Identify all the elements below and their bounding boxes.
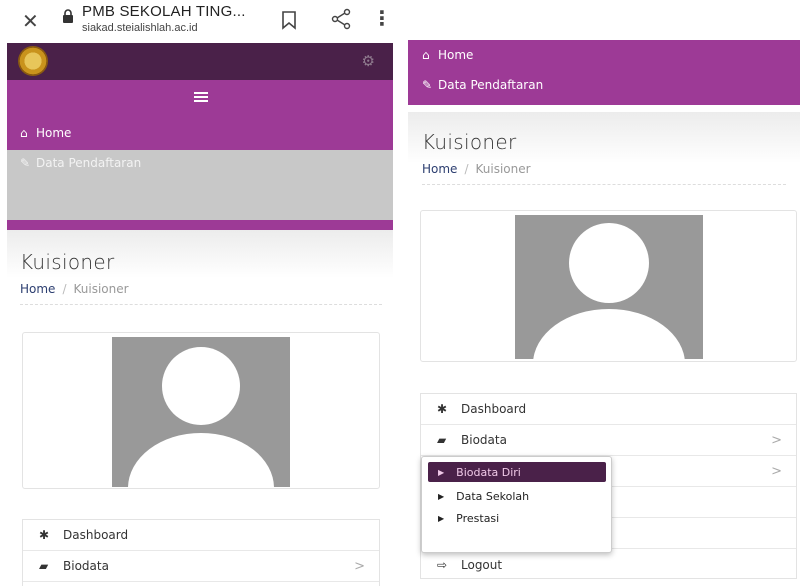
menu-item-logout[interactable]: ⇨ Logout — [421, 549, 796, 580]
edit-icon: ✎ — [422, 78, 433, 92]
menu-logout-label: Logout — [461, 557, 503, 572]
page-tab-title: PMB SEKOLAH TING... — [82, 3, 246, 20]
avatar-placeholder — [112, 337, 290, 487]
menu-item-biodata[interactable]: ▰ Biodata > — [23, 551, 379, 582]
school-logo[interactable] — [18, 46, 48, 76]
submenu-label: Data Sekolah — [456, 489, 530, 503]
side-menu: ✱ Dashboard ▰ Biodata > — [22, 519, 380, 586]
logout-icon: ⇨ — [437, 557, 448, 572]
asterisk-icon: ✱ — [39, 528, 50, 542]
triangle-right-icon: ▶ — [438, 513, 445, 523]
breadcrumb-current: Kuisioner — [73, 282, 129, 296]
nav-home-label-right: Home — [438, 48, 474, 62]
menu-dashboard-label: Dashboard — [63, 528, 129, 542]
book-icon: ▰ — [39, 559, 49, 573]
header-divider — [20, 304, 382, 305]
menu-dashboard-label-right: Dashboard — [461, 402, 527, 416]
triangle-right-icon: ▶ — [438, 467, 445, 477]
home-icon: ⌂ — [20, 126, 28, 140]
nav-item-data-pendaftaran[interactable]: ✎ Data Pendaftaran — [20, 156, 141, 170]
page-title-right: Kuisioner — [422, 130, 517, 154]
page-title: Kuisioner — [20, 250, 115, 274]
settings-gears-icon[interactable]: ⚙ — [362, 52, 375, 70]
profile-card-right — [420, 210, 797, 362]
submenu-label: Prestasi — [456, 511, 500, 525]
menu-item-biodata-right[interactable]: ▰ Biodata > — [421, 425, 796, 456]
header-divider-right — [422, 184, 786, 185]
submenu-label: Biodata Diri — [456, 465, 521, 479]
book-icon: ▰ — [437, 433, 447, 447]
breadcrumb-home-right[interactable]: Home — [422, 162, 457, 176]
menu-item-dashboard[interactable]: ✱ Dashboard — [23, 520, 379, 551]
bookmark-icon[interactable] — [278, 9, 300, 31]
menu-biodata-label-right: Biodata — [461, 433, 507, 447]
page-url[interactable]: siakad.steialishlah.ac.id — [82, 22, 198, 34]
app-topbar: ⚙ — [7, 43, 393, 80]
asterisk-icon: ✱ — [437, 402, 448, 416]
menu-item-dashboard-right[interactable]: ✱ Dashboard — [421, 394, 796, 425]
nav-item-home-right[interactable]: ⌂ Home — [422, 48, 473, 62]
lock-icon — [63, 9, 73, 23]
breadcrumb-current-right: Kuisioner — [475, 162, 531, 176]
submenu-item-data-sekolah[interactable]: ▶ Data Sekolah — [428, 486, 606, 506]
profile-card — [22, 332, 380, 489]
left-screenshot: ✕ PMB SEKOLAH TING... siakad.steialishla… — [0, 0, 400, 586]
breadcrumb-home[interactable]: Home — [20, 282, 55, 296]
submenu-item-prestasi[interactable]: ▶ Prestasi — [428, 508, 606, 528]
share-icon[interactable] — [330, 7, 352, 31]
chevron-right-icon: > — [771, 463, 782, 479]
browser-toolbar: ✕ PMB SEKOLAH TING... siakad.steialishla… — [0, 0, 400, 40]
close-icon[interactable]: ✕ — [22, 9, 39, 33]
chevron-right-icon: > — [354, 558, 365, 574]
page-header: Kuisioner Home / Kuisioner — [7, 230, 393, 310]
nav-home-label: Home — [36, 126, 72, 140]
avatar-placeholder-right — [515, 215, 703, 359]
triangle-right-icon: ▶ — [438, 491, 445, 501]
nav-data-pendaftaran-label: Data Pendaftaran — [36, 156, 142, 170]
chevron-right-icon: > — [771, 432, 782, 448]
nav-menubar-right: ⌂ Home ✎ Data Pendaftaran — [408, 40, 800, 105]
biodata-submenu: ▶ Biodata Diri ▶ Data Sekolah ▶ Prestasi — [421, 456, 612, 553]
breadcrumb-right: Home / Kuisioner — [422, 162, 531, 176]
nav-item-data-pendaftaran-right[interactable]: ✎ Data Pendaftaran — [422, 78, 543, 92]
more-options-icon[interactable]: ⋮ — [372, 6, 392, 30]
nav-item-home[interactable]: ⌂ Home — [20, 126, 71, 140]
menu-biodata-label: Biodata — [63, 559, 109, 573]
home-icon: ⌂ — [422, 48, 430, 62]
nav-expanded-area: ✎ Data Pendaftaran — [7, 150, 393, 220]
breadcrumb-separator-right: / — [464, 162, 469, 176]
breadcrumb: Home / Kuisioner — [20, 282, 129, 296]
nav-menubar: ⌂ Home — [7, 80, 393, 150]
hamburger-menu-icon[interactable] — [194, 92, 208, 102]
submenu-item-biodata-diri[interactable]: ▶ Biodata Diri — [428, 462, 606, 482]
breadcrumb-separator: / — [62, 282, 67, 296]
divider-strip — [7, 220, 393, 230]
nav-data-pendaftaran-label-right: Data Pendaftaran — [438, 78, 544, 92]
edit-icon: ✎ — [20, 156, 31, 170]
page-header-right: Kuisioner Home / Kuisioner — [408, 112, 800, 198]
